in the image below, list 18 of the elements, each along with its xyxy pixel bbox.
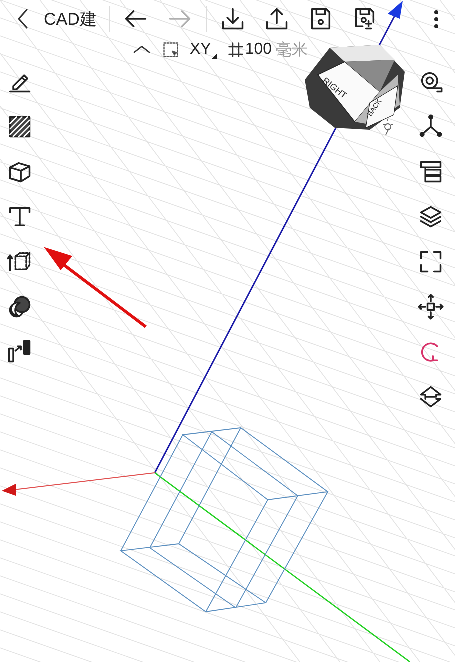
tree-icon (418, 159, 444, 185)
app-title: CAD建 (43, 8, 98, 30)
upload-icon (264, 6, 290, 32)
plane-dropdown[interactable]: XY (188, 39, 220, 61)
axes-icon (418, 114, 444, 140)
layers-icon (418, 204, 444, 230)
flip-icon (418, 384, 444, 410)
circles-icon (7, 294, 33, 320)
hatch-icon (7, 114, 33, 140)
download-icon (220, 6, 246, 32)
transfer-icon (7, 339, 33, 365)
grid-icon (227, 41, 246, 59)
move-icon (418, 294, 444, 320)
fullscreen-icon (418, 249, 444, 275)
menu-icon (434, 10, 439, 28)
gear-icon (382, 118, 394, 136)
grid-size-button[interactable]: 100 毫米 (225, 38, 310, 62)
selection-icon (162, 41, 180, 59)
